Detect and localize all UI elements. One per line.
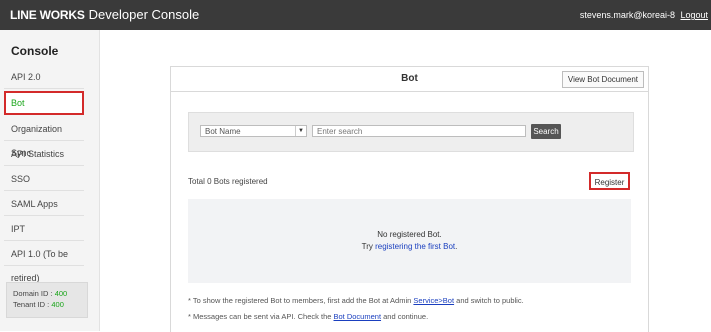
domain-info-box: Domain ID : 400 Tenant ID : 400 bbox=[6, 282, 88, 318]
sidebar-item-sso[interactable]: SSO bbox=[4, 167, 84, 191]
register-button[interactable]: Register bbox=[589, 172, 630, 190]
sidebar-item-ipt[interactable]: IPT bbox=[4, 217, 84, 241]
bot-panel: Bot View Bot Document Bot Name ▼ Search … bbox=[170, 66, 649, 332]
note-public: * To show the registered Bot to members,… bbox=[188, 296, 524, 305]
sidebar: Console API 2.0 Bot Organization Sync AP… bbox=[0, 30, 100, 331]
sidebar-item-saml-apps[interactable]: SAML Apps bbox=[4, 192, 84, 216]
logout-link[interactable]: Logout bbox=[680, 10, 708, 20]
brand-name: LINE WORKS bbox=[10, 8, 85, 22]
service-bot-link[interactable]: Service>Bot bbox=[413, 296, 454, 305]
total-suffix: Bots registered bbox=[211, 177, 268, 186]
tenant-id: Tenant ID : 400 bbox=[13, 299, 87, 310]
tenant-id-label: Tenant ID : bbox=[13, 300, 52, 309]
sidebar-item-bot[interactable]: Bot bbox=[4, 91, 84, 115]
search-input[interactable] bbox=[312, 125, 526, 137]
sidebar-title: Console bbox=[11, 44, 59, 58]
empty-state: No registered Bot. Try registering the f… bbox=[188, 199, 631, 283]
total-prefix: Total bbox=[188, 177, 208, 186]
sidebar-item-api-statistics[interactable]: API Statistics bbox=[4, 142, 84, 166]
user-account[interactable]: stevens.mark@koreai-8 bbox=[580, 10, 675, 20]
note-public-suffix: and switch to public. bbox=[454, 296, 524, 305]
search-field-select-value: Bot Name bbox=[205, 127, 241, 136]
domain-id: Domain ID : 400 bbox=[13, 288, 87, 299]
brand-logo[interactable]: LINE WORKS Developer Console bbox=[10, 7, 199, 22]
empty-message: No registered Bot. bbox=[377, 230, 442, 239]
bot-document-link[interactable]: Bot Document bbox=[334, 312, 382, 321]
panel-header: Bot View Bot Document bbox=[171, 67, 648, 92]
view-bot-document-button[interactable]: View Bot Document bbox=[561, 71, 644, 88]
domain-id-label: Domain ID : bbox=[13, 289, 55, 298]
tenant-id-value: 400 bbox=[51, 300, 64, 309]
search-field-select[interactable]: Bot Name ▼ bbox=[200, 125, 307, 137]
brand-subtitle: Developer Console bbox=[88, 7, 200, 22]
domain-id-value: 400 bbox=[54, 289, 68, 298]
sidebar-item-api-1-0[interactable]: API 1.0 (To be retired) bbox=[4, 242, 84, 283]
search-area: Bot Name ▼ Search bbox=[188, 112, 634, 152]
note-api-prefix: * Messages can be sent via API. Check th… bbox=[188, 312, 334, 321]
register-first-bot-link[interactable]: registering the first Bot bbox=[375, 242, 455, 251]
chevron-down-icon: ▼ bbox=[295, 126, 306, 136]
empty-cta-suffix: . bbox=[455, 242, 458, 251]
note-api-suffix: and continue. bbox=[381, 312, 429, 321]
total-count-text: Total 0 Bots registered bbox=[188, 177, 268, 186]
top-bar: LINE WORKS Developer Console stevens.mark… bbox=[0, 0, 711, 30]
search-button[interactable]: Search bbox=[531, 124, 561, 139]
sidebar-item-organization-sync[interactable]: Organization Sync bbox=[4, 117, 84, 158]
note-public-prefix: * To show the registered Bot to members,… bbox=[188, 296, 414, 305]
empty-cta: Try registering the first Bot. bbox=[188, 242, 631, 251]
note-api: * Messages can be sent via API. Check th… bbox=[188, 312, 428, 321]
sidebar-item-api-2-0[interactable]: API 2.0 bbox=[4, 65, 84, 89]
empty-cta-prefix: Try bbox=[361, 242, 376, 251]
